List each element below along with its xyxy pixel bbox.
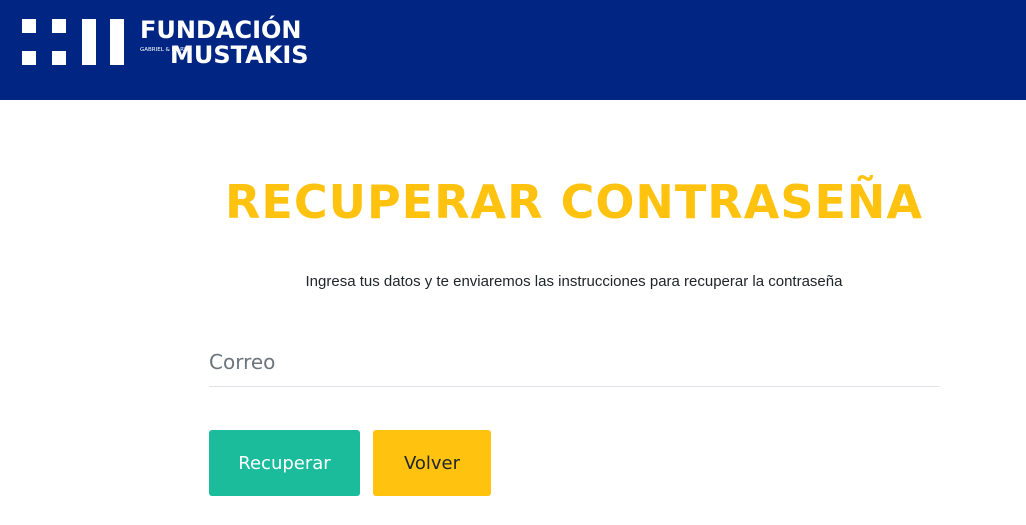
logo-wordmark: FUNDACIÓN GABRIEL & MARY MUSTAKIS <box>140 16 309 68</box>
email-input[interactable] <box>209 337 939 387</box>
site-header: FUNDACIÓN GABRIEL & MARY MUSTAKIS <box>0 0 1026 100</box>
back-button[interactable]: Volver <box>373 430 491 496</box>
fundacion-mustakis-logo[interactable]: FUNDACIÓN GABRIEL & MARY MUSTAKIS <box>22 17 309 68</box>
page-subtitle: Ingresa tus datos y te enviaremos las in… <box>305 273 843 290</box>
logo-line-fundacion: FUNDACIÓN <box>140 16 302 44</box>
logo-line-mustakis: MUSTAKIS <box>170 41 309 69</box>
page-title: RECUPERAR CONTRASEÑA <box>225 175 923 229</box>
logo-mark-icon <box>22 19 126 67</box>
recover-button[interactable]: Recuperar <box>209 430 360 496</box>
logo-gabriel-mary: GABRIEL & MARY <box>140 47 187 53</box>
